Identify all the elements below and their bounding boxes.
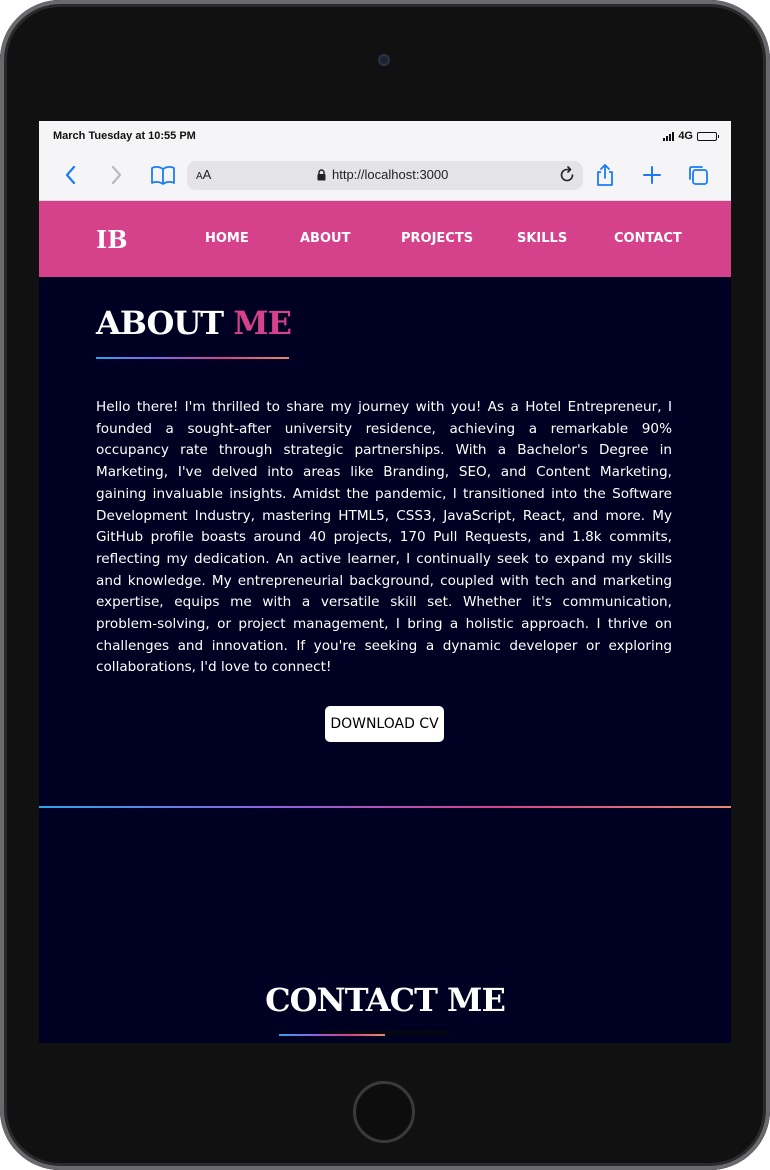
- browser-toolbar: AA http://localhost:3000: [39, 151, 731, 201]
- lock-icon: [317, 168, 326, 180]
- battery-icon: [697, 131, 719, 141]
- about-title-accent: ME: [233, 304, 292, 342]
- tablet-frame: March Tuesday at 10:55 PM 4G AA http://l…: [0, 0, 770, 1170]
- site-navbar: IB HOME ABOUT PROJECTS SKILLS CONTACT: [39, 201, 731, 277]
- url-text: http://localhost:3000: [332, 167, 449, 182]
- about-title-main: ABOUT: [96, 304, 234, 342]
- status-indicators: 4G: [663, 130, 719, 142]
- download-cv-button[interactable]: DOWNLOAD CV: [325, 706, 444, 742]
- contact-title: CONTACT ME: [265, 981, 506, 1019]
- about-title-underline: [96, 357, 289, 359]
- address-bar[interactable]: AA http://localhost:3000: [187, 161, 583, 190]
- site-logo[interactable]: IB: [96, 225, 128, 254]
- about-body: Hello there! I'm thrilled to share my jo…: [96, 399, 672, 676]
- text-size-button[interactable]: AA: [196, 167, 211, 182]
- nav-about[interactable]: ABOUT: [300, 231, 350, 246]
- about-title: ABOUT ME: [96, 304, 292, 342]
- nav-projects[interactable]: PROJECTS: [401, 231, 473, 246]
- nav-skills[interactable]: SKILLS: [517, 231, 567, 246]
- status-bar: March Tuesday at 10:55 PM 4G: [39, 121, 731, 151]
- tabs-icon[interactable]: [684, 161, 712, 189]
- book-icon[interactable]: [149, 161, 177, 189]
- network-label: 4G: [678, 130, 693, 142]
- section-divider: [39, 806, 731, 808]
- signal-icon: [663, 131, 675, 141]
- url-display[interactable]: http://localhost:3000: [317, 167, 448, 182]
- nav-home[interactable]: HOME: [205, 231, 249, 246]
- status-datetime: March Tuesday at 10:55 PM: [53, 130, 196, 142]
- front-camera: [378, 54, 390, 66]
- home-button[interactable]: [353, 1081, 415, 1143]
- plus-icon[interactable]: [638, 161, 666, 189]
- chevron-right-icon[interactable]: [102, 161, 130, 189]
- screen: March Tuesday at 10:55 PM 4G AA http://l…: [39, 121, 731, 1043]
- share-icon[interactable]: [591, 161, 619, 189]
- chevron-left-icon[interactable]: [57, 161, 85, 189]
- contact-title-underline: [279, 1034, 385, 1036]
- reload-icon[interactable]: [557, 165, 577, 185]
- nav-contact[interactable]: CONTACT: [614, 231, 682, 246]
